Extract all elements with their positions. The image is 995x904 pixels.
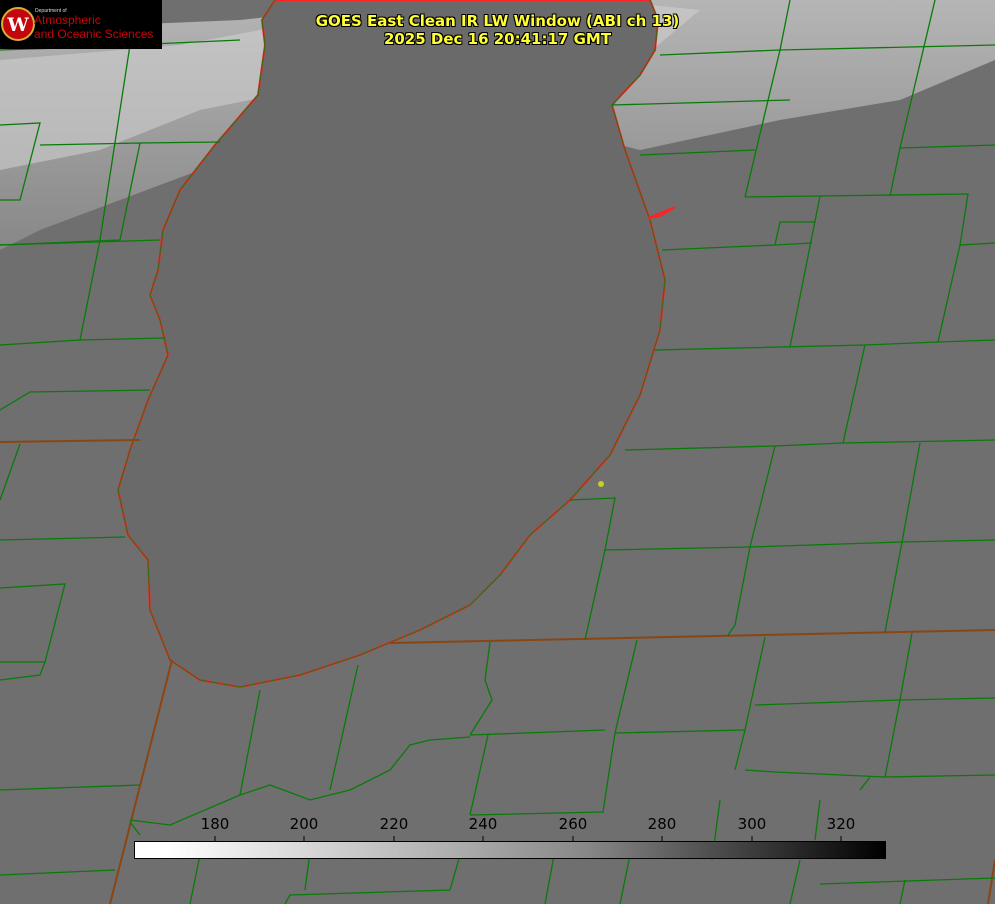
colorbar-tick-label: 220 xyxy=(379,815,409,833)
image-title: GOES East Clean IR LW Window (ABI ch 13) xyxy=(315,12,680,30)
image-timestamp: 2025 Dec 16 20:41:17 GMT xyxy=(383,30,612,48)
colorbar-tick-label: 280 xyxy=(647,815,677,833)
colorbar-tick-label: 180 xyxy=(200,815,230,833)
colorbar-tick-label: 260 xyxy=(558,815,588,833)
location-marker xyxy=(598,481,604,487)
colorbar-tick-label: 300 xyxy=(737,815,767,833)
colorbar-tick-label: 320 xyxy=(826,815,856,833)
colorbar xyxy=(134,841,886,859)
colorbar-tick-label: 240 xyxy=(468,815,498,833)
colorbar-tick-label: 200 xyxy=(289,815,319,833)
satellite-map xyxy=(0,0,995,904)
